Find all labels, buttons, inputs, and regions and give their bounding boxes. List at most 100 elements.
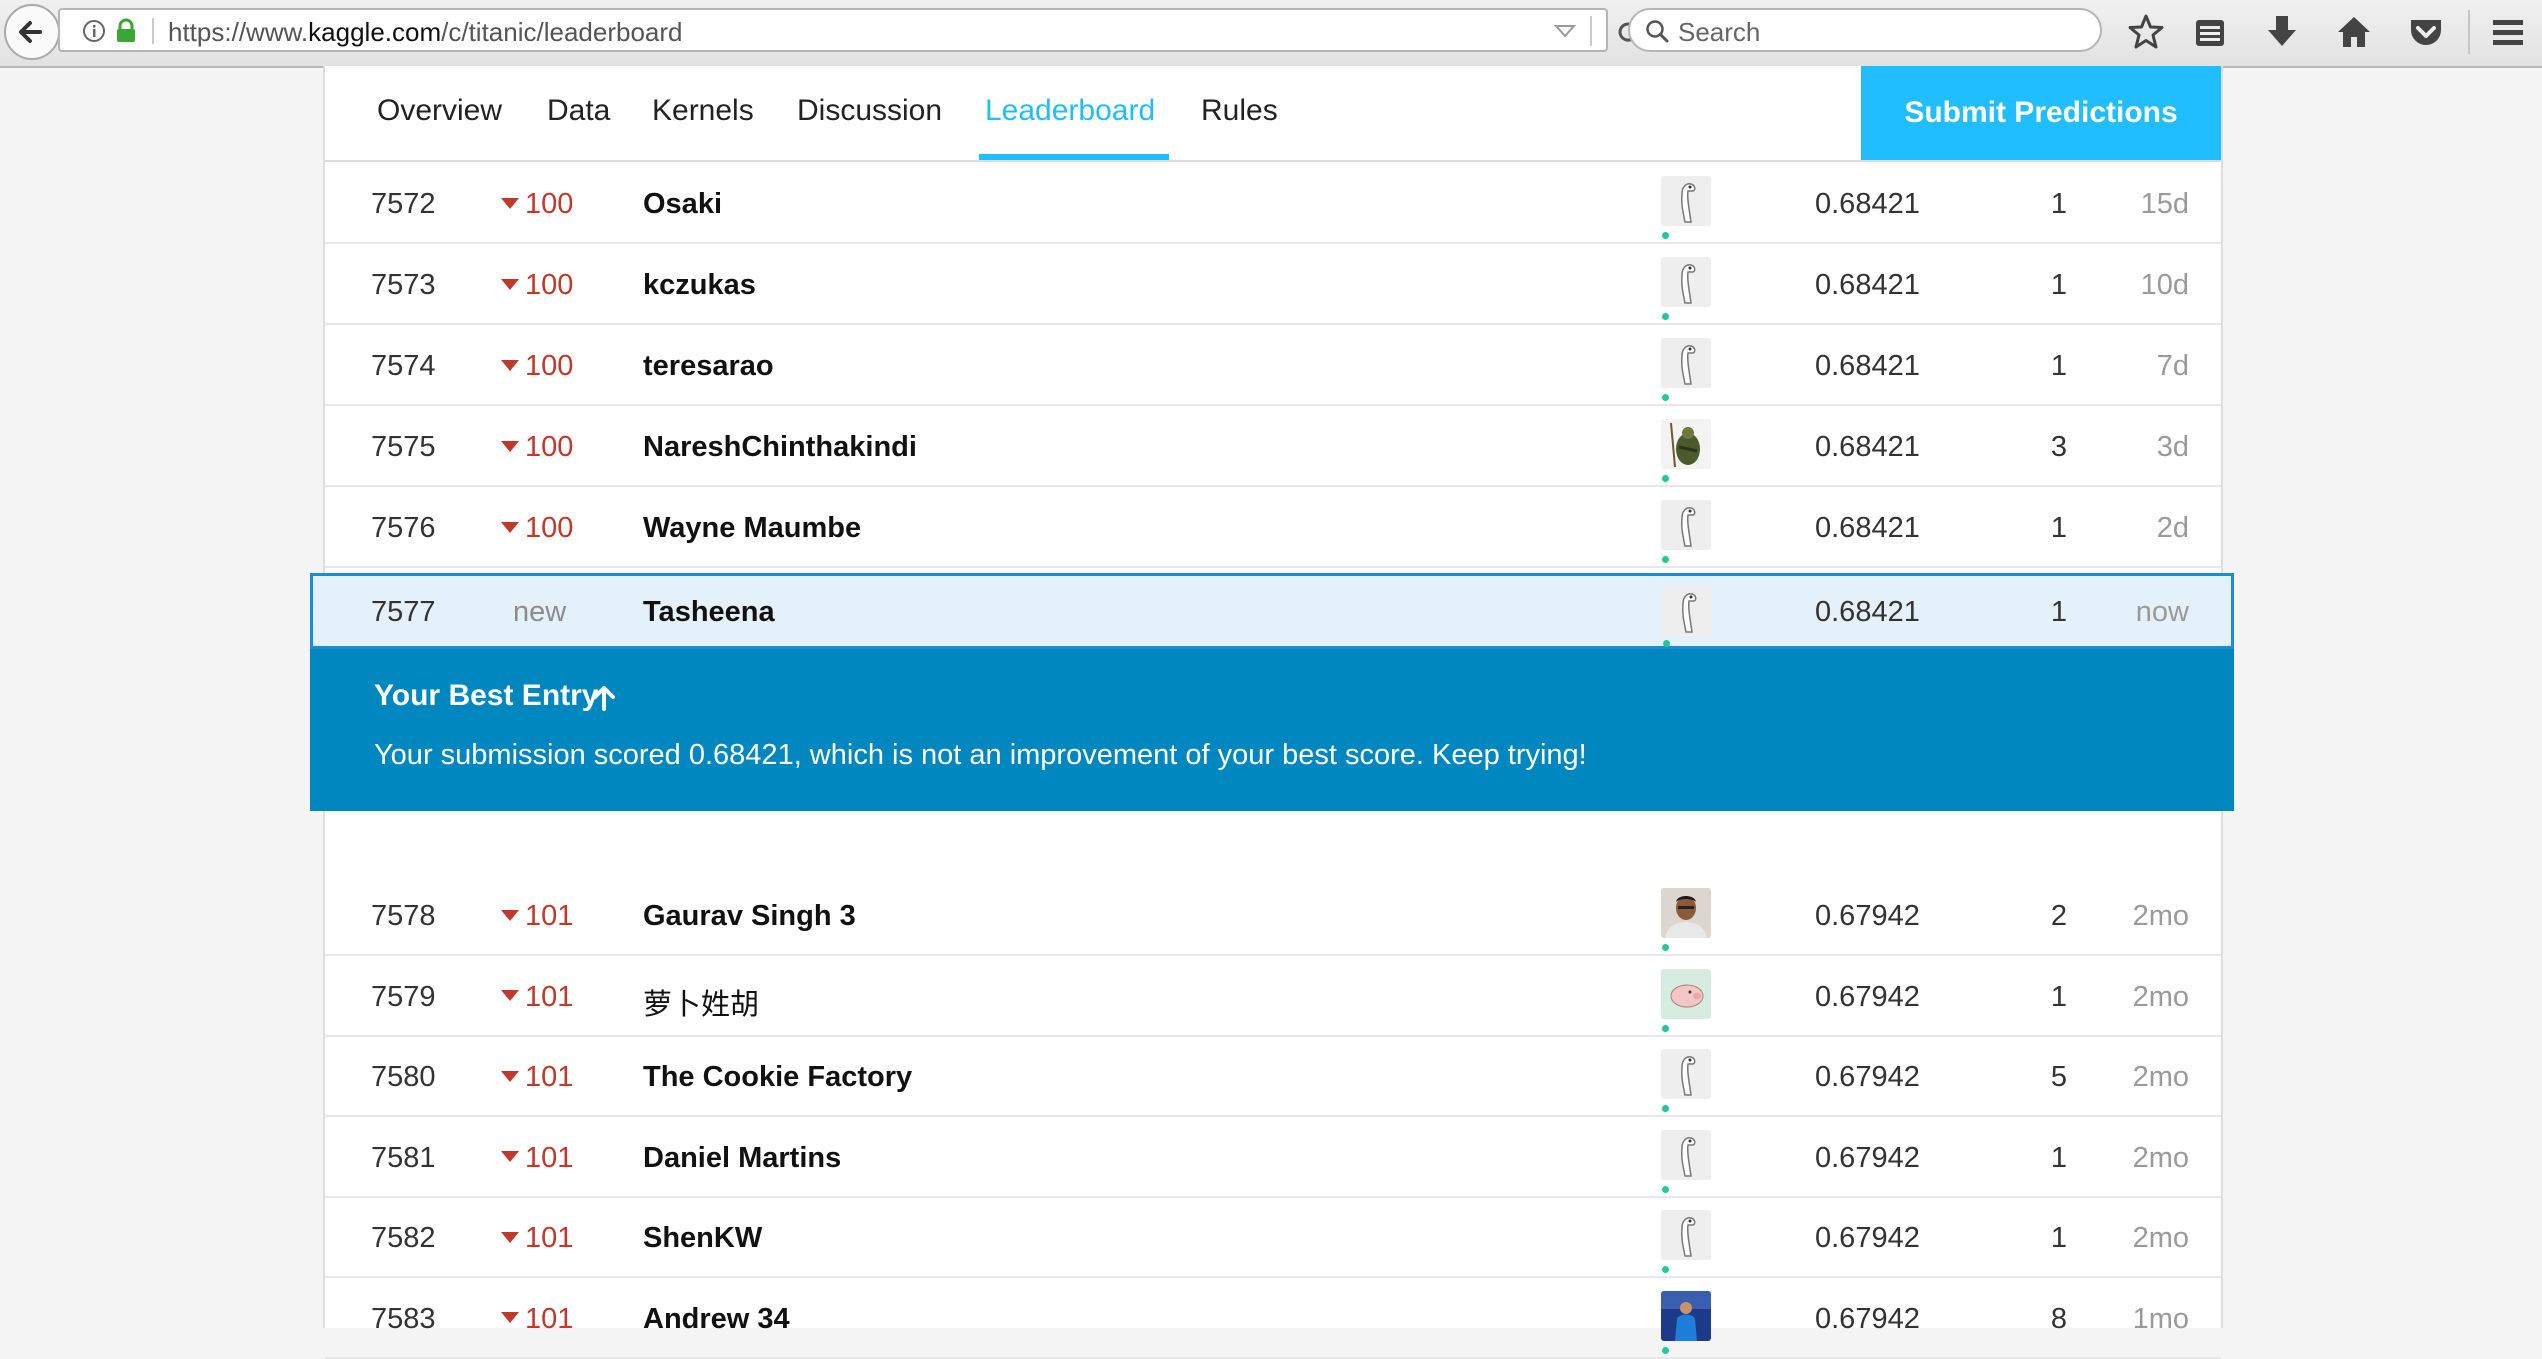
row-change-value: 100 xyxy=(525,512,574,544)
search-icon xyxy=(1646,20,1669,43)
rank-down-icon xyxy=(501,990,519,1002)
row-entries: 1 xyxy=(2050,512,2067,544)
bookmark-star-icon[interactable] xyxy=(2126,12,2166,52)
leaderboard-row[interactable]: 7581 101 Daniel Martins 0.67942 1 2mo xyxy=(325,1118,2221,1198)
leaderboard-row[interactable]: 7580 101 The Cookie Factory 0.67942 5 2mo xyxy=(325,1037,2221,1117)
row-score: 0.68421 xyxy=(1815,431,1920,463)
best-entry-banner: Your Best Entry Your submission scored 0… xyxy=(310,649,2234,811)
pocket-icon[interactable] xyxy=(2406,12,2446,52)
row-change-value: 101 xyxy=(525,980,574,1013)
row-change: 100 xyxy=(501,431,573,464)
member-dot xyxy=(1662,394,1669,401)
submit-predictions-button[interactable]: Submit Predictions xyxy=(1861,66,2221,160)
tab-rules[interactable]: Rules xyxy=(1201,94,1278,128)
member-dot xyxy=(1662,232,1669,239)
row-change: 101 xyxy=(501,981,573,1014)
row-rank: 7578 xyxy=(371,900,436,932)
back-button[interactable] xyxy=(4,4,60,60)
reading-list-icon[interactable] xyxy=(2190,12,2230,52)
leaderboard-row[interactable]: 7579 101 萝卜姓胡 0.67942 1 2mo xyxy=(325,957,2221,1037)
dropdown-icon[interactable] xyxy=(1554,24,1576,38)
ostrich-avatar-icon[interactable] xyxy=(1661,1210,1711,1260)
warrior-avatar-icon[interactable] xyxy=(1661,419,1711,469)
best-entry-title: Your Best Entry xyxy=(374,679,599,712)
row-team-name[interactable]: Tasheena xyxy=(643,596,775,629)
row-score: 0.68421 xyxy=(1815,188,1920,220)
row-change-value: 101 xyxy=(525,900,574,932)
highlighted-leaderboard-row[interactable]: 7577 new Tasheena 0.68421 1 now xyxy=(310,573,2234,649)
leaderboard-row[interactable]: 7578 101 Gaurav Singh 3 0.67942 2 2mo xyxy=(325,876,2221,956)
row-change: 101 xyxy=(501,1061,573,1094)
row-team-name[interactable]: teresarao xyxy=(643,350,774,383)
menu-icon[interactable] xyxy=(2488,12,2528,52)
row-change-value: 100 xyxy=(525,350,574,382)
row-rank: 7575 xyxy=(371,431,436,463)
row-change-value: 101 xyxy=(525,1222,574,1254)
row-team-name[interactable]: Wayne Maumbe xyxy=(643,512,861,545)
home-icon[interactable] xyxy=(2334,12,2374,52)
row-team-name[interactable]: kczukas xyxy=(643,269,756,302)
row-last-submission: 2d xyxy=(2156,512,2189,544)
row-change: 100 xyxy=(501,350,573,383)
row-team-name[interactable]: The Cookie Factory xyxy=(643,1061,912,1094)
ostrich-avatar-icon[interactable] xyxy=(1662,586,1712,636)
leaderboard-row[interactable]: 7582 101 ShenKW 0.67942 1 2mo xyxy=(325,1198,2221,1278)
leaderboard-row[interactable]: 7576 100 Wayne Maumbe 0.68421 1 2d xyxy=(325,488,2221,568)
ostrich-avatar-icon[interactable] xyxy=(1661,176,1711,226)
row-team-name[interactable]: Gaurav Singh 3 xyxy=(643,900,856,933)
leaderboard-row[interactable]: 7583 101 Andrew 34 0.67942 8 1mo xyxy=(325,1279,2221,1359)
photo-avatar-blue-icon[interactable] xyxy=(1661,1290,1711,1341)
row-team-name[interactable]: NareshChinthakindi xyxy=(643,431,917,464)
tab-leaderboard[interactable]: Leaderboard xyxy=(985,94,1155,128)
row-entries: 3 xyxy=(2050,431,2067,463)
rank-down-icon xyxy=(501,909,519,921)
search-bar[interactable]: Search xyxy=(1628,8,2102,52)
best-entry-message: Your submission scored 0.68421, which is… xyxy=(374,739,1587,771)
row-team-name[interactable]: ShenKW xyxy=(643,1222,762,1255)
row-team-name[interactable]: Andrew 34 xyxy=(643,1303,790,1336)
pig-avatar-icon[interactable] xyxy=(1661,968,1711,1019)
active-tab-indicator xyxy=(979,154,1169,160)
row-entries: 1 xyxy=(2050,188,2067,220)
member-dot xyxy=(1662,1185,1669,1193)
rank-down-icon xyxy=(501,197,519,209)
leaderboard-row[interactable]: 7574 100 teresarao 0.68421 1 7d xyxy=(325,326,2221,406)
rank-down-icon xyxy=(501,1231,519,1243)
download-icon[interactable] xyxy=(2262,12,2302,52)
url-bar[interactable]: https://www.kaggle.com/c/titanic/leaderb… xyxy=(58,8,1638,52)
row-score: 0.68421 xyxy=(1815,350,1920,382)
leaderboard-row[interactable]: 7575 100 NareshChinthakindi 0.68421 3 3d xyxy=(325,407,2221,487)
row-score: 0.68421 xyxy=(1815,596,1920,628)
row-team-name[interactable]: 萝卜姓胡 xyxy=(643,981,759,1023)
row-team-name[interactable]: Daniel Martins xyxy=(643,1142,841,1175)
row-rank: 7572 xyxy=(371,188,436,220)
ostrich-avatar-icon[interactable] xyxy=(1661,1049,1711,1099)
ostrich-avatar-icon[interactable] xyxy=(1661,257,1711,307)
member-dot xyxy=(1663,640,1670,647)
tab-overview[interactable]: Overview xyxy=(377,94,502,128)
row-score: 0.67942 xyxy=(1815,980,1920,1013)
row-last-submission: 10d xyxy=(2140,269,2189,301)
row-team-name[interactable]: Osaki xyxy=(643,188,722,221)
url-text[interactable]: https://www.kaggle.com/c/titanic/leaderb… xyxy=(168,17,683,48)
row-change-value: 101 xyxy=(525,1061,574,1093)
rank-down-icon xyxy=(501,440,519,452)
tab-discussion[interactable]: Discussion xyxy=(797,94,942,128)
ostrich-avatar-icon[interactable] xyxy=(1661,338,1711,388)
row-entries: 5 xyxy=(2050,1061,2067,1093)
leaderboard-row[interactable]: 7573 100 kczukas 0.68421 1 10d xyxy=(325,245,2221,325)
lock-icon xyxy=(117,18,135,42)
ostrich-avatar-icon[interactable] xyxy=(1661,500,1711,550)
row-last-submission: 15d xyxy=(2140,188,2189,220)
tab-kernels[interactable]: Kernels xyxy=(652,94,754,128)
row-rank: 7581 xyxy=(371,1141,436,1174)
photo-avatar-icon[interactable] xyxy=(1661,888,1711,938)
row-rank: 7573 xyxy=(371,269,436,301)
info-icon[interactable] xyxy=(82,19,106,43)
rank-down-icon xyxy=(501,521,519,533)
ostrich-avatar-icon[interactable] xyxy=(1661,1129,1711,1180)
tab-data[interactable]: Data xyxy=(547,94,610,128)
row-change-value: 100 xyxy=(525,431,574,463)
leaderboard-row[interactable]: 7572 100 Osaki 0.68421 1 15d xyxy=(325,164,2221,244)
row-rank: 7579 xyxy=(371,980,436,1013)
